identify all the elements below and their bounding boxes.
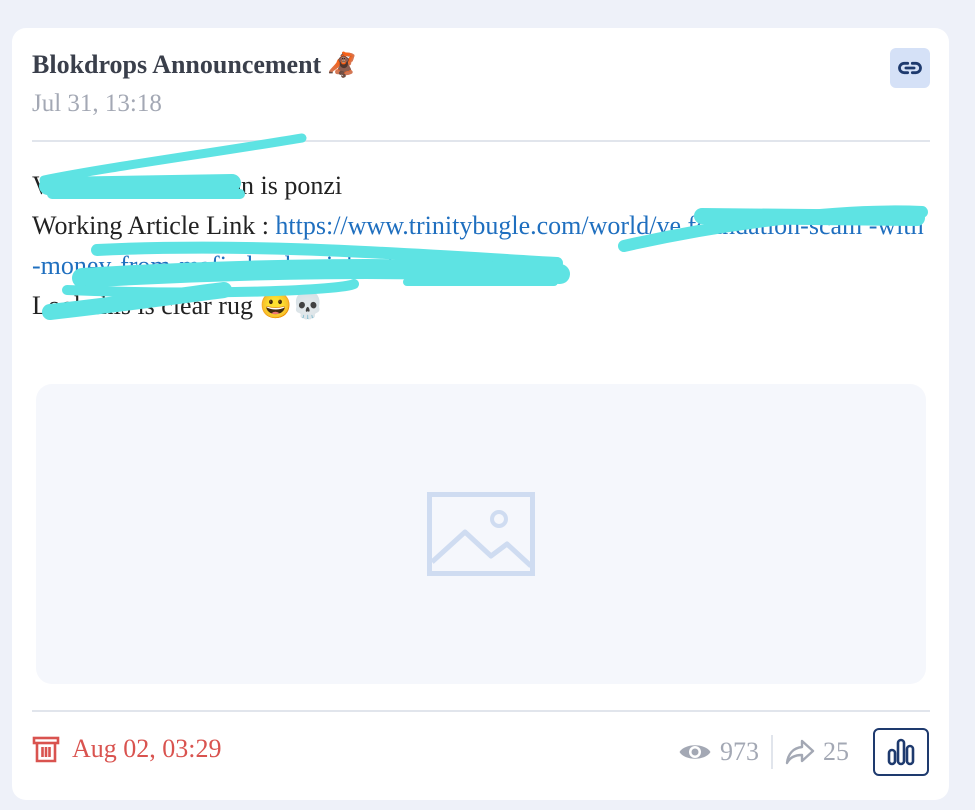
line1-suffix: ion is ponzi	[220, 171, 343, 200]
link-icon	[898, 61, 922, 75]
channel-name: Blokdrops Announcement	[32, 50, 322, 79]
line1-prefix: V	[32, 171, 51, 200]
media-placeholder	[36, 384, 926, 684]
shares-stat: 25	[785, 737, 849, 767]
orangutan-emoji: 🦧	[327, 53, 358, 79]
post-date: Jul 31, 13:18	[32, 90, 162, 117]
post-card: Blokdrops Announcement 🦧 Jul 31, 13:18 Vi…	[12, 28, 949, 800]
header-divider	[32, 140, 930, 142]
statistics-button[interactable]	[873, 728, 929, 776]
post-stats: 973 25	[678, 728, 929, 776]
eye-icon	[679, 745, 711, 759]
post-line-1: Vion is ponzi	[32, 166, 927, 206]
bar-chart-icon	[887, 738, 915, 766]
share-arrow-icon	[785, 739, 815, 765]
post-line-3: Look this is clear rug 😀💀	[32, 291, 325, 320]
article-label: Working Article Link :	[32, 211, 276, 240]
post-line-2: Working Article Link : https://www.trini…	[32, 206, 927, 286]
deleted-date: Aug 02, 03:29	[72, 734, 222, 763]
views-count: 973	[720, 737, 759, 766]
stats-separator	[771, 735, 773, 769]
deleted-info: Aug 02, 03:29	[32, 734, 222, 764]
channel-title: Blokdrops Announcement 🦧	[32, 50, 357, 80]
footer-divider	[32, 710, 930, 712]
views-stat: 973	[678, 737, 759, 767]
post-body: Vion is ponzi Working Article Link : htt…	[32, 166, 927, 326]
shares-count: 25	[823, 737, 849, 766]
trash-icon	[32, 736, 60, 763]
image-placeholder-icon	[427, 492, 535, 576]
copy-link-button[interactable]	[890, 48, 930, 88]
